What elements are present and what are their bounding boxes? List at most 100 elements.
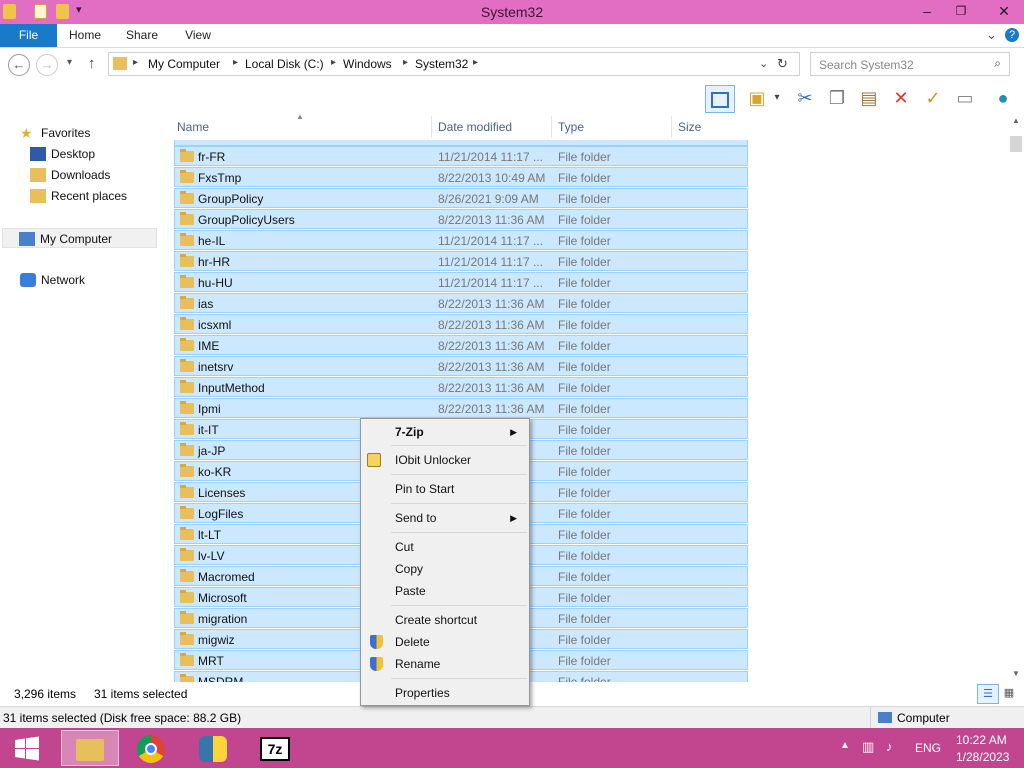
- scroll-down-icon[interactable]: ▼: [1012, 669, 1020, 678]
- file-explorer-taskbar-icon[interactable]: [61, 730, 119, 766]
- table-row[interactable]: GroupPolicy 8/26/2021 9:09 AM File folder: [174, 188, 748, 208]
- folder-icon: [180, 359, 194, 372]
- tab-share[interactable]: Share: [118, 24, 166, 47]
- table-row[interactable]: he-IL 11/21/2014 11:17 ... File folder: [174, 230, 748, 250]
- globe-icon[interactable]: ●: [990, 85, 1016, 111]
- language-indicator[interactable]: ENG: [915, 741, 941, 755]
- address-dropdown-icon[interactable]: ⌄: [759, 57, 768, 70]
- file-type: File folder: [558, 633, 611, 647]
- table-row[interactable]: inetsrv 8/22/2013 11:36 AM File folder: [174, 356, 748, 376]
- menu-item-iobit-unlocker[interactable]: IObit Unlocker: [363, 449, 527, 471]
- tab-home[interactable]: Home: [62, 24, 108, 47]
- details-view-icon[interactable]: ☰: [977, 684, 999, 704]
- menu-item-delete[interactable]: Delete: [363, 631, 527, 653]
- column-divider[interactable]: [431, 116, 432, 138]
- preview-pane-icon[interactable]: [705, 85, 735, 113]
- chevron-down-icon[interactable]: ▾: [770, 85, 784, 111]
- file-type: File folder: [558, 402, 611, 416]
- menu-item-rename[interactable]: Rename: [363, 653, 527, 675]
- file-date: 8/22/2013 11:36 AM: [438, 318, 545, 332]
- breadcrumb-my-computer[interactable]: My Computer: [148, 57, 220, 71]
- close-button[interactable]: ✕: [984, 0, 1024, 22]
- table-row[interactable]: hu-HU 11/21/2014 11:17 ... File folder: [174, 272, 748, 292]
- recent-locations-icon[interactable]: ▾: [67, 57, 72, 68]
- table-row[interactable]: InputMethod 8/22/2013 11:36 AM File folder: [174, 377, 748, 397]
- copy-icon[interactable]: ❐: [824, 85, 850, 111]
- nav-desktop[interactable]: Desktop: [30, 144, 95, 164]
- menu-item-create-shortcut[interactable]: Create shortcut: [363, 609, 527, 631]
- show-hidden-icons-icon[interactable]: ▲: [840, 740, 850, 751]
- file-name: GroupPolicy: [198, 192, 264, 206]
- desktop-icon: [30, 147, 46, 161]
- menu-item-cut[interactable]: Cut: [363, 536, 527, 558]
- nav-downloads[interactable]: Downloads: [30, 165, 110, 185]
- 7zip-taskbar-icon[interactable]: 7z: [248, 730, 302, 766]
- column-divider[interactable]: [551, 116, 552, 138]
- nav-my-computer[interactable]: My Computer: [2, 228, 157, 248]
- restore-button[interactable]: ❐: [944, 0, 978, 22]
- column-type[interactable]: Type: [558, 120, 584, 134]
- help-icon[interactable]: ?: [1005, 28, 1019, 42]
- up-arrow-icon[interactable]: ↑: [88, 55, 96, 72]
- large-icons-view-icon[interactable]: ▦: [1001, 685, 1017, 701]
- start-button[interactable]: [0, 730, 54, 766]
- scrollbar-thumb[interactable]: [1010, 136, 1022, 152]
- forward-button[interactable]: →: [36, 54, 58, 76]
- table-row[interactable]: ias 8/22/2013 11:36 AM File folder: [174, 293, 748, 313]
- minimize-button[interactable]: –: [910, 0, 944, 22]
- column-size[interactable]: Size: [678, 120, 701, 134]
- table-row[interactable]: hr-HR 11/21/2014 11:17 ... File folder: [174, 251, 748, 271]
- menu-item-7zip[interactable]: 7-Zip ▶: [363, 421, 527, 443]
- search-input[interactable]: Search System32: [819, 58, 914, 72]
- vertical-scrollbar[interactable]: ▲ ▼: [1008, 114, 1024, 682]
- menu-item-send-to[interactable]: Send to ▶: [363, 507, 527, 529]
- breadcrumb-local-disk[interactable]: Local Disk (C:): [245, 57, 324, 71]
- table-row[interactable]: fr-FR 11/21/2014 11:17 ... File folder: [174, 146, 748, 166]
- file-date: 8/22/2013 11:36 AM: [438, 339, 545, 353]
- table-row[interactable]: Ipmi 8/22/2013 11:36 AM File folder: [174, 398, 748, 418]
- breadcrumb-windows[interactable]: Windows: [343, 57, 392, 71]
- nav-recent-places[interactable]: Recent places: [30, 186, 127, 206]
- selected-count: 31 items selected: [94, 687, 188, 701]
- search-box[interactable]: Search System32 ⌕: [810, 52, 1010, 76]
- python-taskbar-icon[interactable]: [186, 730, 240, 766]
- folder-icon: [180, 338, 194, 351]
- table-row[interactable]: GroupPolicyUsers 8/22/2013 11:36 AM File f…: [174, 209, 748, 229]
- rename-icon[interactable]: ▭: [952, 85, 978, 111]
- table-row[interactable]: icsxml 8/22/2013 11:36 AM File folder: [174, 314, 748, 334]
- file-name: MRT: [198, 654, 224, 668]
- folder-icon: [180, 191, 194, 204]
- search-icon[interactable]: ⌕: [994, 56, 1001, 71]
- table-row[interactable]: IME 8/22/2013 11:36 AM File folder: [174, 335, 748, 355]
- network-tray-icon[interactable]: ▥: [862, 739, 874, 755]
- checkmark-icon[interactable]: ✓: [920, 85, 946, 111]
- table-row[interactable]: FxsTmp 8/22/2013 10:49 AM File folder: [174, 167, 748, 187]
- menu-item-properties[interactable]: Properties: [363, 682, 527, 704]
- column-name[interactable]: Name: [177, 120, 209, 134]
- cut-icon[interactable]: ✂: [792, 85, 818, 111]
- tab-view[interactable]: View: [176, 24, 220, 47]
- refresh-icon[interactable]: ↻: [777, 56, 788, 72]
- nav-favorites[interactable]: ★ Favorites: [20, 123, 90, 143]
- column-date-modified[interactable]: Date modified: [438, 120, 512, 134]
- paste-icon[interactable]: ▤: [856, 85, 882, 111]
- address-bar[interactable]: ▸ My Computer ▸ Local Disk (C:) ▸ Window…: [108, 52, 800, 76]
- navigation-pane: ★ Favorites Desktop Downloads Recent plac…: [0, 114, 160, 682]
- column-divider[interactable]: [671, 116, 672, 138]
- tab-file[interactable]: File: [0, 24, 57, 47]
- breadcrumb-system32[interactable]: System32: [415, 57, 468, 71]
- folder-options-icon[interactable]: ▣: [744, 85, 770, 111]
- volume-icon[interactable]: ♪: [886, 739, 893, 754]
- menu-item-copy[interactable]: Copy: [363, 558, 527, 580]
- menu-item-paste[interactable]: Paste: [363, 580, 527, 602]
- back-button[interactable]: ←: [8, 54, 30, 76]
- delete-icon[interactable]: ✕: [888, 85, 914, 111]
- nav-network[interactable]: Network: [20, 270, 85, 290]
- scroll-up-icon[interactable]: ▲: [1012, 116, 1020, 125]
- clock-date[interactable]: 1/28/2023: [956, 750, 1009, 764]
- chrome-taskbar-icon[interactable]: [124, 730, 178, 766]
- clock-time[interactable]: 10:22 AM: [956, 733, 1007, 747]
- menu-item-pin-to-start[interactable]: Pin to Start: [363, 478, 527, 500]
- expand-ribbon-icon[interactable]: ⌄: [986, 27, 997, 43]
- folder-icon: [180, 401, 194, 414]
